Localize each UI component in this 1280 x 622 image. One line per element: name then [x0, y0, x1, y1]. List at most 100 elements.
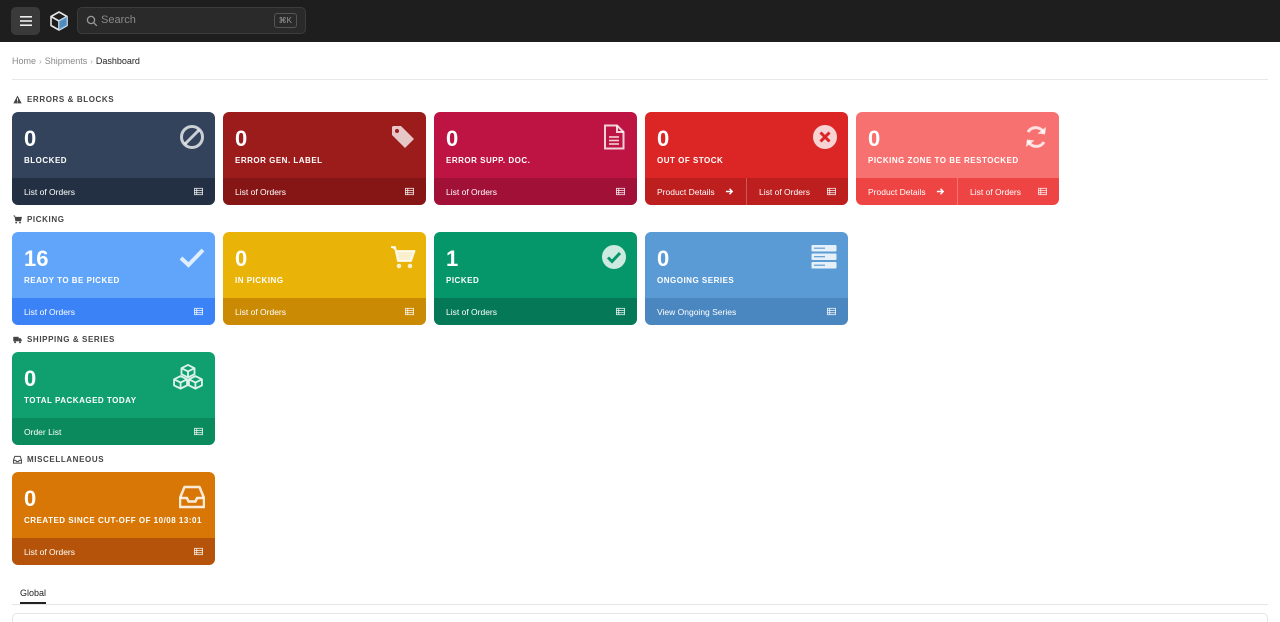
card-ongoing-series: 0 ONGOING SERIES View Ongoing Series [645, 232, 848, 325]
card-label: IN PICKING [235, 276, 284, 285]
card-ready-to-be-picked: 16 READY TO BE PICKED List of Orders [12, 232, 215, 325]
arrow-right-icon [936, 188, 945, 195]
order-list-link[interactable]: Order List [12, 418, 215, 445]
list-of-orders-link[interactable]: List of Orders [12, 538, 215, 565]
truck-icon [13, 336, 22, 344]
list-of-orders-link[interactable]: List of Orders [957, 178, 1059, 205]
list-icon [194, 307, 203, 316]
card-footer: Order List [12, 418, 215, 445]
list-icon [827, 187, 836, 196]
list-of-orders-link[interactable]: List of Orders [223, 178, 426, 205]
product-details-link[interactable]: Product Details [645, 178, 746, 205]
card-error-supp-doc: 0 ERROR SUPP. DOC. List of Orders [434, 112, 637, 205]
card-created-since-cutoff: 0 CREATED SINCE CUT-OFF OF 10/08 13:01 L… [12, 472, 215, 565]
card-value: 0 [24, 366, 37, 391]
card-label: ERROR GEN. LABEL [235, 156, 323, 165]
card-footer: List of Orders [12, 298, 215, 325]
card-picked: 1 PICKED List of Orders [434, 232, 637, 325]
card-value: 0 [235, 246, 248, 271]
card-footer: List of Orders [434, 178, 637, 205]
cube-icon[interactable] [50, 11, 68, 31]
card-label: BLOCKED [24, 156, 68, 165]
card-label: READY TO BE PICKED [24, 276, 120, 285]
cubes-icon [173, 364, 203, 390]
card-error-gen-label: 0 ERROR GEN. LABEL List of Orders [223, 112, 426, 205]
card-footer: List of Orders [434, 298, 637, 325]
card-value: 0 [24, 126, 37, 151]
arrow-right-icon [725, 188, 734, 195]
refresh-icon [1026, 126, 1046, 148]
check-circle-icon [602, 245, 626, 269]
breadcrumb-divider [12, 79, 1268, 80]
list-icon [405, 187, 414, 196]
search-box[interactable]: Search ⌘K [77, 7, 306, 34]
top-bar: Search ⌘K [0, 0, 1280, 42]
hamburger-icon [19, 16, 32, 26]
card-value: 0 [446, 126, 459, 151]
warning-icon [13, 95, 22, 104]
cart-icon [13, 215, 22, 224]
search-icon [86, 15, 98, 27]
inbox-icon [13, 455, 22, 464]
card-label: PICKING ZONE TO BE RESTOCKED [868, 156, 1019, 165]
breadcrumb-separator: › [39, 56, 42, 66]
card-value: 0 [235, 126, 248, 151]
card-footer: Product Details List of Orders [856, 178, 1059, 205]
card-label: ERROR SUPP. DOC. [446, 156, 531, 165]
list-icon [194, 187, 203, 196]
product-details-link[interactable]: Product Details [856, 178, 957, 205]
card-blocked: 0 BLOCKED List of Orders [12, 112, 215, 205]
card-value: 0 [657, 246, 670, 271]
search-shortcut-badge: ⌘K [273, 13, 297, 28]
card-label: TOTAL PACKAGED TODAY [24, 396, 137, 405]
check-icon [179, 248, 205, 268]
view-ongoing-series-link[interactable]: View Ongoing Series [645, 298, 848, 325]
section-title-picking: PICKING [13, 215, 65, 224]
list-of-orders-link[interactable]: List of Orders [223, 298, 426, 325]
card-footer: List of Orders [12, 178, 215, 205]
card-picking-zone-restock: 0 PICKING ZONE TO BE RESTOCKED Product D… [856, 112, 1059, 205]
tab-panel [12, 613, 1268, 622]
card-total-packaged-today: 0 TOTAL PACKAGED TODAY Order List [12, 352, 215, 445]
inbox-tray-icon [179, 485, 205, 509]
tab-global[interactable]: Global [20, 588, 47, 604]
tag-icon [392, 126, 414, 148]
list-icon [1038, 187, 1047, 196]
card-out-of-stock: 0 OUT OF STOCK Product Details List of O… [645, 112, 848, 205]
list-icon [616, 307, 625, 316]
breadcrumb-home[interactable]: Home [12, 56, 36, 66]
list-icon [405, 307, 414, 316]
list-icon [827, 307, 836, 316]
card-footer: View Ongoing Series [645, 298, 848, 325]
section-title-miscellaneous: MISCELLANEOUS [13, 455, 104, 464]
list-of-orders-link[interactable]: List of Orders [746, 178, 848, 205]
breadcrumb-current: Dashboard [95, 56, 140, 66]
card-label: PICKED [446, 276, 480, 285]
list-of-orders-link[interactable]: List of Orders [12, 298, 215, 325]
server-icon [811, 245, 837, 269]
list-icon [194, 547, 203, 556]
search-placeholder: Search [101, 14, 136, 26]
list-icon [194, 427, 203, 436]
list-of-orders-link[interactable]: List of Orders [434, 298, 637, 325]
list-of-orders-link[interactable]: List of Orders [434, 178, 637, 205]
breadcrumb-separator: › [90, 56, 93, 66]
breadcrumb: Home › Shipments › Dashboard [12, 56, 140, 66]
card-value: 16 [24, 246, 49, 271]
card-in-picking: 0 IN PICKING List of Orders [223, 232, 426, 325]
card-footer: List of Orders [223, 298, 426, 325]
card-value: 0 [24, 486, 37, 511]
close-circle-icon [813, 125, 837, 149]
document-icon [604, 124, 625, 150]
card-label: OUT OF STOCK [657, 156, 724, 165]
card-label: CREATED SINCE CUT-OFF OF 10/08 13:01 [24, 516, 202, 525]
card-label: ONGOING SERIES [657, 276, 735, 285]
menu-button[interactable] [11, 7, 40, 35]
shopping-cart-icon [391, 246, 416, 269]
card-value: 1 [446, 246, 459, 271]
card-footer: List of Orders [12, 538, 215, 565]
card-value: 0 [868, 126, 881, 151]
breadcrumb-shipments[interactable]: Shipments [45, 56, 88, 66]
list-of-orders-link[interactable]: List of Orders [12, 178, 215, 205]
section-title-errors: ERRORS & BLOCKS [13, 95, 114, 104]
